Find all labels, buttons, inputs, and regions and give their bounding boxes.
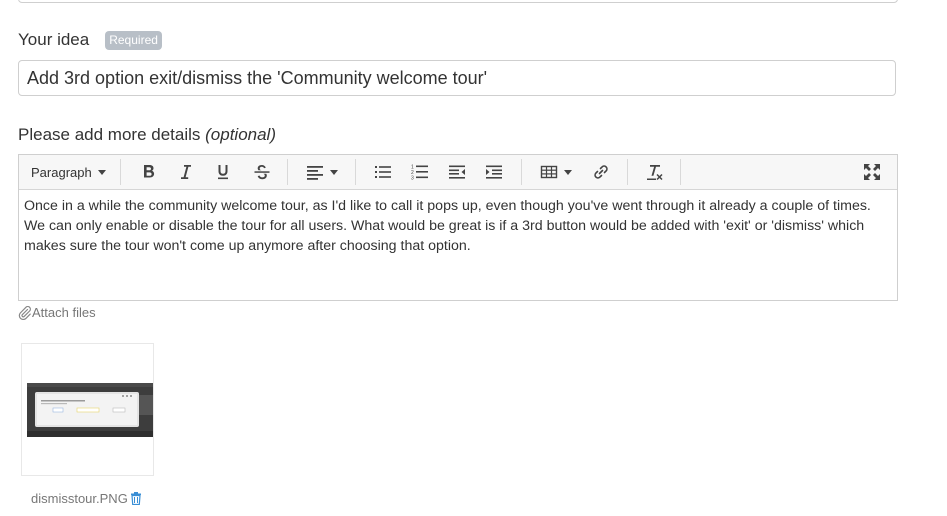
underline-button[interactable] xyxy=(212,160,234,184)
paperclip-icon xyxy=(18,305,31,320)
details-optional-text: (optional) xyxy=(205,125,276,144)
indent-icon xyxy=(486,165,502,179)
italic-icon xyxy=(181,165,191,179)
attachment-thumbnail[interactable] xyxy=(21,343,154,476)
fullscreen-icon xyxy=(864,164,880,180)
svg-text:3: 3 xyxy=(411,176,414,182)
attachment-filename[interactable]: dismisstour.PNG xyxy=(31,491,128,506)
editor-toolbar: Paragraph 1 2 3 xyxy=(19,155,897,190)
chevron-down-icon xyxy=(330,169,338,175)
required-badge: Required xyxy=(105,30,162,50)
toolbar-divider xyxy=(120,159,121,185)
attach-files-link[interactable]: Attach files xyxy=(18,305,96,320)
numbered-list-button[interactable]: 1 2 3 xyxy=(408,160,432,184)
toolbar-divider xyxy=(355,159,356,185)
link-icon xyxy=(594,165,608,179)
chevron-down-icon xyxy=(564,169,572,175)
idea-label: Your idea xyxy=(18,30,90,49)
fullscreen-button[interactable] xyxy=(860,160,884,184)
underline-icon xyxy=(218,165,228,180)
numbered-list-icon: 1 2 3 xyxy=(411,165,428,182)
format-dropdown-label: Paragraph xyxy=(31,164,92,180)
toolbar-divider xyxy=(287,159,288,185)
indent-button[interactable] xyxy=(482,160,506,184)
chevron-down-icon xyxy=(97,169,106,175)
details-label: Please add more details (optional) xyxy=(18,125,276,145)
toolbar-divider xyxy=(521,159,522,185)
table-icon xyxy=(540,165,558,179)
previous-field[interactable] xyxy=(18,0,898,3)
bullet-list-button[interactable] xyxy=(371,160,395,184)
bold-button[interactable] xyxy=(138,160,160,184)
outdent-button[interactable] xyxy=(445,160,469,184)
trash-icon[interactable] xyxy=(130,492,142,505)
strikethrough-icon xyxy=(254,165,270,180)
align-icon xyxy=(307,166,323,180)
rich-text-editor: Paragraph 1 2 3 Once in a while the comm… xyxy=(18,154,898,301)
format-dropdown[interactable]: Paragraph xyxy=(31,160,111,184)
attach-files-label: Attach files xyxy=(32,305,96,320)
screenshot-thumbnail-image xyxy=(27,383,153,437)
details-label-text: Please add more details xyxy=(18,125,201,144)
idea-label-row: Your idea Required xyxy=(18,29,162,51)
attachment-file-row: dismisstour.PNG xyxy=(31,491,142,506)
toolbar-divider xyxy=(627,159,628,185)
align-dropdown[interactable] xyxy=(303,160,341,184)
toolbar-divider xyxy=(680,159,681,185)
idea-title-input[interactable] xyxy=(18,60,896,96)
italic-button[interactable] xyxy=(174,160,196,184)
bullet-list-icon xyxy=(375,166,391,178)
link-button[interactable] xyxy=(589,160,613,184)
editor-content[interactable]: Once in a while the community welcome to… xyxy=(24,196,890,256)
clear-format-button[interactable] xyxy=(643,160,667,184)
bold-icon xyxy=(144,165,155,178)
outdent-icon xyxy=(449,165,465,179)
clear-format-icon xyxy=(647,165,663,181)
strikethrough-button[interactable] xyxy=(251,160,273,184)
table-dropdown[interactable] xyxy=(537,160,575,184)
